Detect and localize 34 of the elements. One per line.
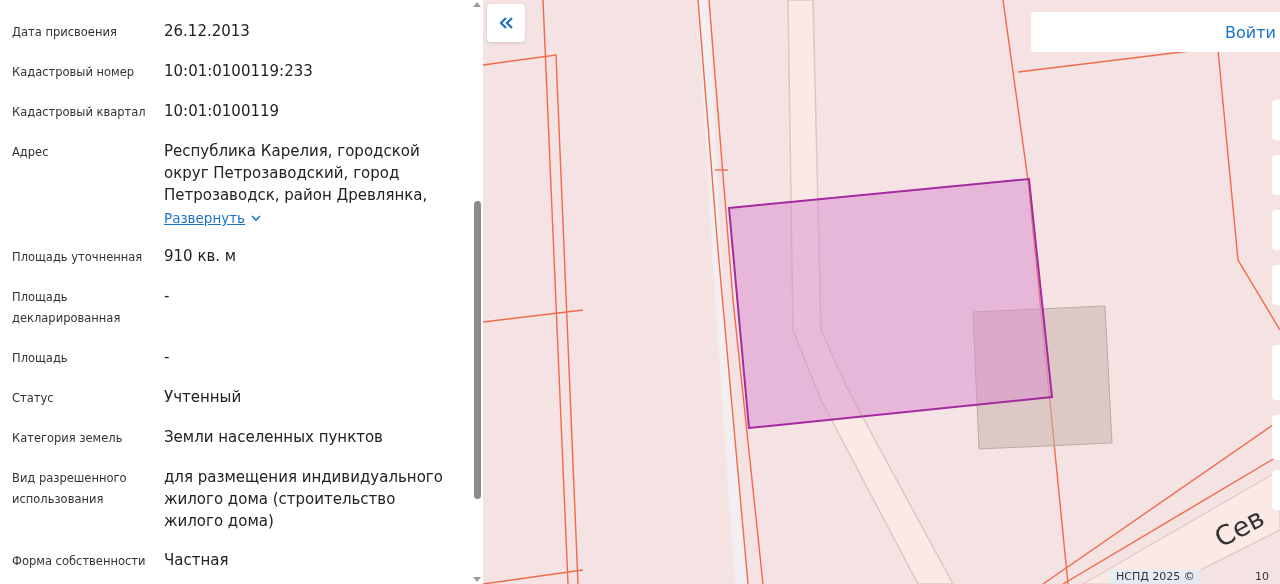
field-label: Кадастровый квартал [12, 104, 147, 121]
field-value: 910 кв. м [164, 246, 238, 267]
field-label: Адрес [12, 144, 50, 161]
double-chevron-left-icon [499, 17, 513, 29]
map-attribution: НСПД 2025 © [1110, 570, 1201, 584]
field-label: Категория земель [12, 430, 124, 447]
field-value: - [164, 286, 171, 307]
field-label: Статус [12, 390, 55, 407]
scrollbar-thumb[interactable] [473, 201, 481, 499]
street-label: Сев [1209, 501, 1270, 554]
field-value: Учтенный [164, 387, 243, 408]
field-value: 26.12.2013 [164, 21, 251, 42]
field-label: Дата присвоения [12, 24, 118, 41]
field-value: для размещения индивидуального жилого дома (строительство жилого дома) [164, 467, 444, 532]
chevron-down-icon [251, 214, 262, 222]
field-value: Республика Карелия, городской округ Петрозаводский, город Петрозаводск, район Древлянка, [164, 141, 429, 206]
field-value: Частная [164, 550, 230, 571]
field-label: Площадь декларированная [12, 289, 122, 327]
field-label: Площадь уточненная [12, 249, 144, 266]
field-label: Кадастровый номер [12, 64, 136, 81]
field-value: 10:01:0100119:233 [164, 61, 314, 82]
field-value: - [164, 347, 171, 368]
expand-link[interactable]: Развернуть [164, 208, 262, 228]
field-label: Площадь [12, 350, 69, 367]
scroll-down-icon[interactable] [473, 577, 481, 582]
scale-label: 10 [1255, 570, 1269, 584]
cadastral-map[interactable]: Сев Войти НСПД 2025 © 10 [483, 0, 1280, 584]
field-label: Форма собственности [12, 553, 147, 570]
field-value: Земли населенных пунктов [164, 427, 384, 448]
login-button[interactable]: Войти [1031, 12, 1280, 52]
field-value: 10:01:0100119 [164, 101, 281, 122]
field-label: Вид разрешенного использования [12, 470, 128, 508]
scroll-up-icon[interactable] [473, 2, 481, 7]
collapse-panel-button[interactable] [487, 4, 525, 42]
